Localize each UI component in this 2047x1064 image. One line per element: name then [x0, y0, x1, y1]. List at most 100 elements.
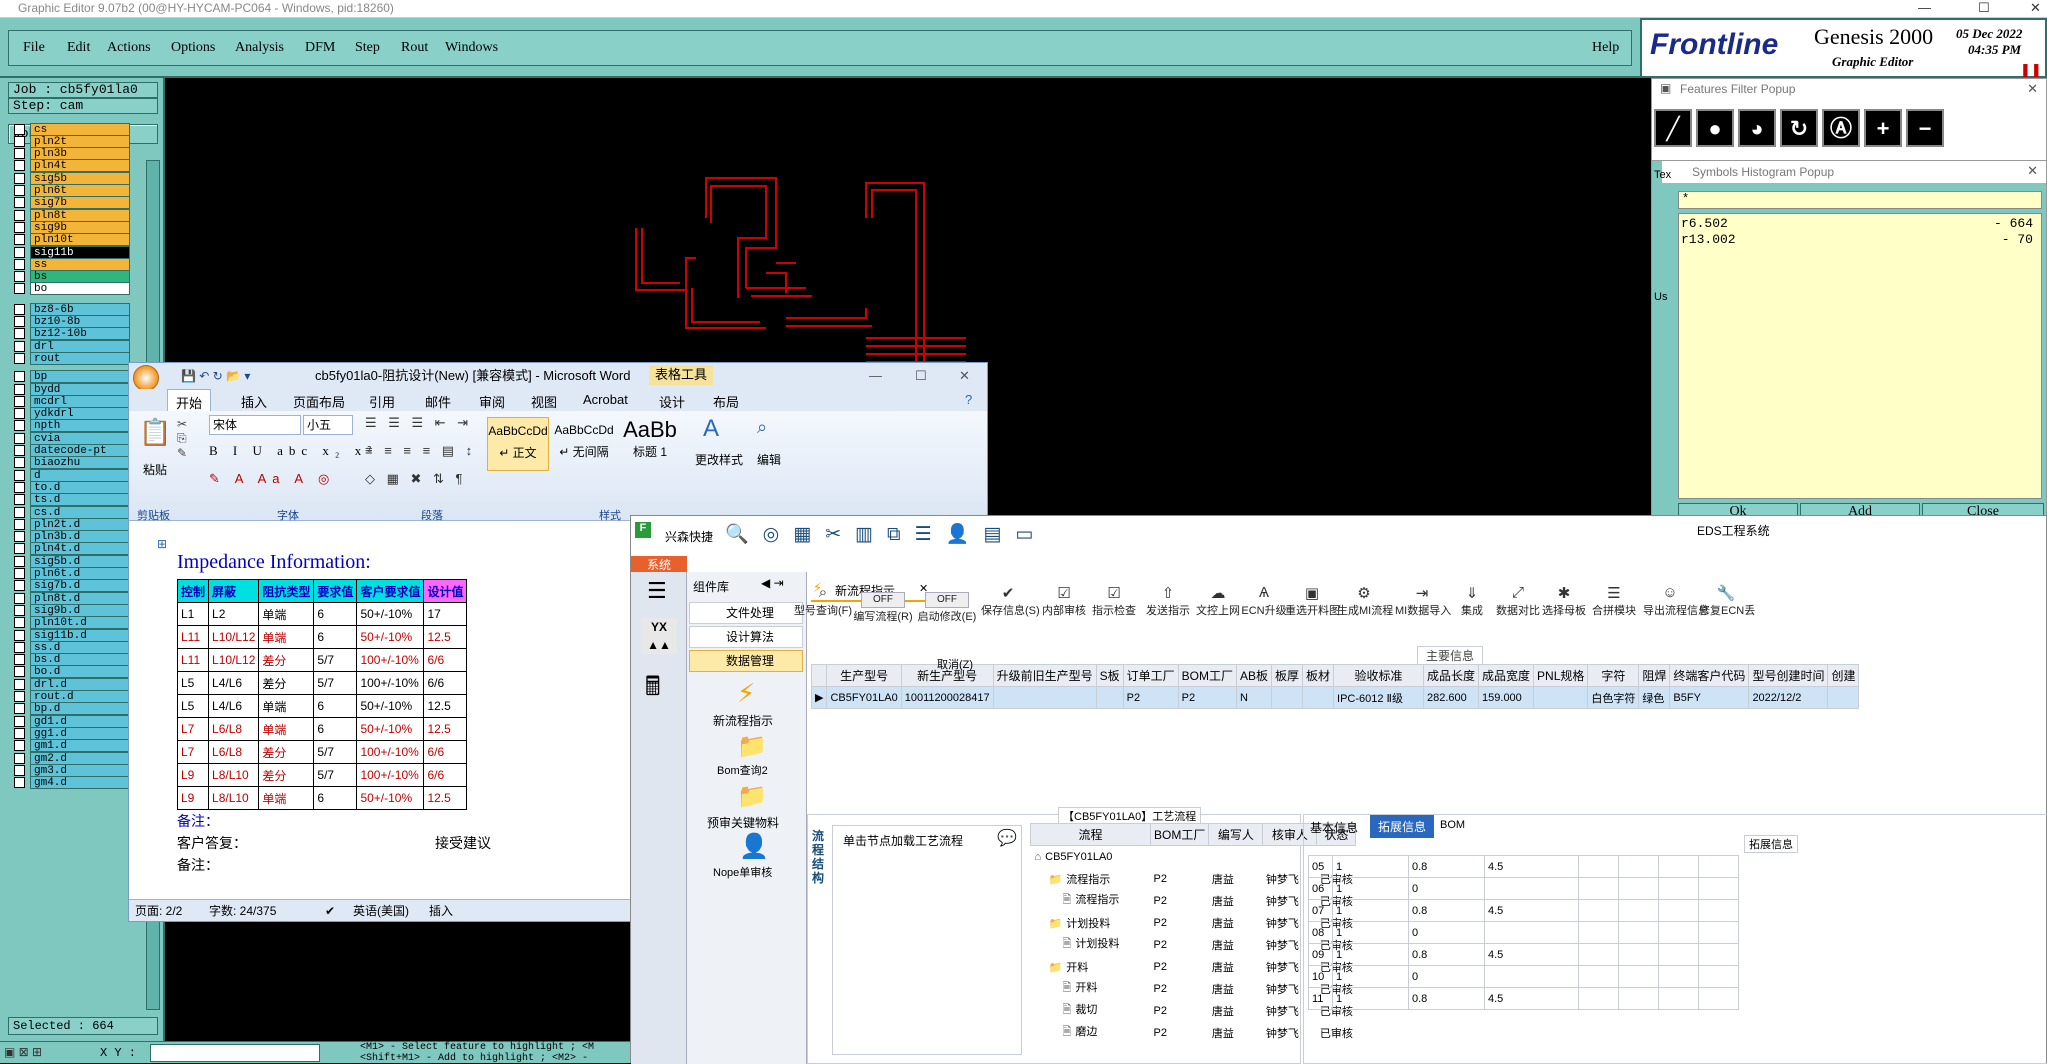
pad-tool-icon[interactable]: ●: [1696, 109, 1734, 147]
layer-checkbox[interactable]: [14, 395, 25, 407]
tab-bom[interactable]: BOM: [1440, 819, 1465, 831]
layer-checkbox[interactable]: [14, 383, 25, 395]
find-icon[interactable]: ⌕: [757, 417, 767, 438]
maximize-button[interactable]: ☐: [1978, 0, 1990, 16]
layer-checkbox[interactable]: [14, 506, 25, 518]
layer-checkbox[interactable]: [14, 457, 25, 469]
layer-checkbox[interactable]: [14, 271, 25, 283]
layer-checkbox[interactable]: [14, 469, 25, 481]
layer-checkbox[interactable]: [14, 221, 25, 233]
toggle-off[interactable]: OFF: [925, 592, 969, 608]
layer-name[interactable]: gm4.d: [30, 776, 130, 790]
layer-checkbox[interactable]: [14, 234, 25, 246]
cut-copy-icons[interactable]: ✂ ⎘ ✎: [177, 417, 187, 460]
style-heading-1[interactable]: AaBb 标题 1: [619, 417, 681, 471]
layer-checkbox[interactable]: [14, 543, 25, 555]
layer-checkbox[interactable]: [14, 135, 25, 147]
layer-checkbox[interactable]: [14, 408, 25, 420]
layer-checkbox[interactable]: [14, 209, 25, 221]
hamburger-icon[interactable]: ☰: [647, 578, 667, 604]
flow-node[interactable]: 🗎 计划投料: [1031, 934, 1151, 956]
layer-checkbox[interactable]: [14, 629, 25, 641]
tab-insert[interactable]: 插入: [241, 392, 267, 411]
table-row[interactable]: 06 1 0: [1308, 877, 1739, 900]
minimize-button[interactable]: —: [1918, 0, 1931, 16]
tab-acrobat[interactable]: Acrobat: [583, 392, 628, 407]
zoom-icons[interactable]: ▣ ⊠ ⊞: [4, 1045, 42, 1059]
layer-checkbox[interactable]: [14, 604, 25, 616]
flow-node[interactable]: ⌂ CB5FY01LA0: [1031, 846, 1151, 868]
align-buttons[interactable]: ≡ ≡ ≡ ≡ ▤ ↕: [365, 443, 476, 459]
layer-checkbox[interactable]: [14, 494, 25, 506]
layer-checkbox[interactable]: [14, 654, 25, 666]
menu-help[interactable]: Help: [1592, 40, 1619, 56]
layer-checkbox[interactable]: [14, 340, 25, 352]
layer-checkbox[interactable]: [14, 172, 25, 184]
font-size-select[interactable]: 小五: [303, 415, 353, 435]
layer-checkbox[interactable]: [14, 258, 25, 270]
tab-basic-info[interactable]: 基本信息: [1310, 819, 1358, 836]
layer-checkbox[interactable]: [14, 246, 25, 258]
layer-row[interactable]: bo: [14, 282, 130, 296]
style-no-spacing[interactable]: AaBbCcDd ↵ 无间隔: [553, 417, 615, 471]
lib-file-processing[interactable]: 文件处理: [689, 602, 803, 624]
color-buttons[interactable]: ✎ A Aa A ◎: [209, 471, 335, 487]
word-minimize[interactable]: —: [869, 363, 882, 389]
table-row[interactable]: 09 1 0.8 4.5: [1308, 943, 1739, 966]
symbol-filter-input[interactable]: *: [1678, 191, 2042, 209]
table-row[interactable]: 07 1 0.8 4.5: [1308, 899, 1739, 922]
menu-actions[interactable]: Actions: [107, 40, 151, 56]
flow-node[interactable]: 📁 开料: [1031, 956, 1151, 978]
layer-checkbox[interactable]: [14, 283, 25, 295]
help-icon[interactable]: ?: [965, 392, 972, 407]
shading-buttons[interactable]: ◇ ▦ ✖ ⇅ ¶: [365, 471, 467, 487]
toggle-off[interactable]: OFF: [861, 592, 905, 608]
tab-references[interactable]: 引用: [369, 392, 395, 411]
eds-tool[interactable]: OFF 编写流程(R): [851, 584, 915, 624]
plus-tool-icon[interactable]: +: [1864, 109, 1902, 147]
eds-tool[interactable]: ☑ 指示检查: [1087, 584, 1141, 618]
format-buttons[interactable]: B I U abc x₂ x²: [209, 443, 377, 459]
eds-tool[interactable]: ⇥ MI数据导入: [1395, 584, 1451, 618]
word-close[interactable]: ✕: [959, 363, 970, 389]
tab-view[interactable]: 视图: [531, 392, 557, 411]
layer-checkbox[interactable]: [14, 420, 25, 432]
quick-tool-icons[interactable]: 🔍◎▦✂▥⧉☰👤▤▭: [725, 522, 1047, 546]
page-indicator[interactable]: 页面: 2/2: [135, 900, 182, 922]
layer-checkbox[interactable]: [14, 678, 25, 690]
quick-access-icons[interactable]: 💾 ↶ ↻ 📂 ▾: [181, 363, 250, 389]
arc-tool-icon[interactable]: ↻: [1780, 109, 1818, 147]
layer-checkbox[interactable]: [14, 727, 25, 739]
tool-bom-query[interactable]: Bom查询2: [717, 762, 768, 778]
layer-checkbox[interactable]: [14, 371, 25, 383]
table-row[interactable]: 05 1 0.8 4.5: [1308, 855, 1739, 878]
menu-analysis[interactable]: Analysis: [235, 40, 284, 56]
eds-tool[interactable]: ▣ 重选开料图: [1285, 584, 1340, 618]
layer-row[interactable]: gm4.d: [14, 776, 130, 790]
flow-node[interactable]: 🗎 流程指示: [1031, 890, 1151, 912]
word-maximize[interactable]: ☐: [915, 363, 927, 389]
menu-edit[interactable]: Edit: [67, 40, 90, 56]
layer-checkbox[interactable]: [14, 352, 25, 364]
flow-node[interactable]: 📁 流程指示: [1031, 868, 1151, 890]
eds-tool[interactable]: ⇧ 发送指示: [1141, 584, 1195, 618]
layer-checkbox[interactable]: [14, 445, 25, 456]
layer-checkbox[interactable]: [14, 303, 25, 315]
close-button[interactable]: ✕: [2030, 0, 2041, 16]
table-row[interactable]: 08 1 0: [1308, 921, 1739, 944]
table-row[interactable]: 11 1 0.8 4.5: [1308, 987, 1739, 1010]
tab-home[interactable]: 开始: [167, 389, 212, 411]
folder-icon[interactable]: 📁: [737, 732, 767, 761]
layer-checkbox[interactable]: [14, 555, 25, 567]
menu-rout[interactable]: Rout: [401, 40, 428, 56]
tool-nope-review[interactable]: Nope单审核: [713, 864, 772, 880]
layer-checkbox[interactable]: [14, 592, 25, 604]
layer-checkbox[interactable]: [14, 777, 25, 789]
menu-dfm[interactable]: DFM: [305, 40, 335, 56]
eds-tool[interactable]: ☑ 内部审核: [1037, 584, 1091, 618]
eds-tool[interactable]: ✱ 选择母板: [1537, 584, 1591, 618]
layer-checkbox[interactable]: [14, 617, 25, 629]
layer-checkbox[interactable]: [14, 432, 25, 444]
table-move-handle[interactable]: ⊞: [157, 537, 167, 551]
word-count[interactable]: 字数: 24/375: [209, 900, 276, 922]
